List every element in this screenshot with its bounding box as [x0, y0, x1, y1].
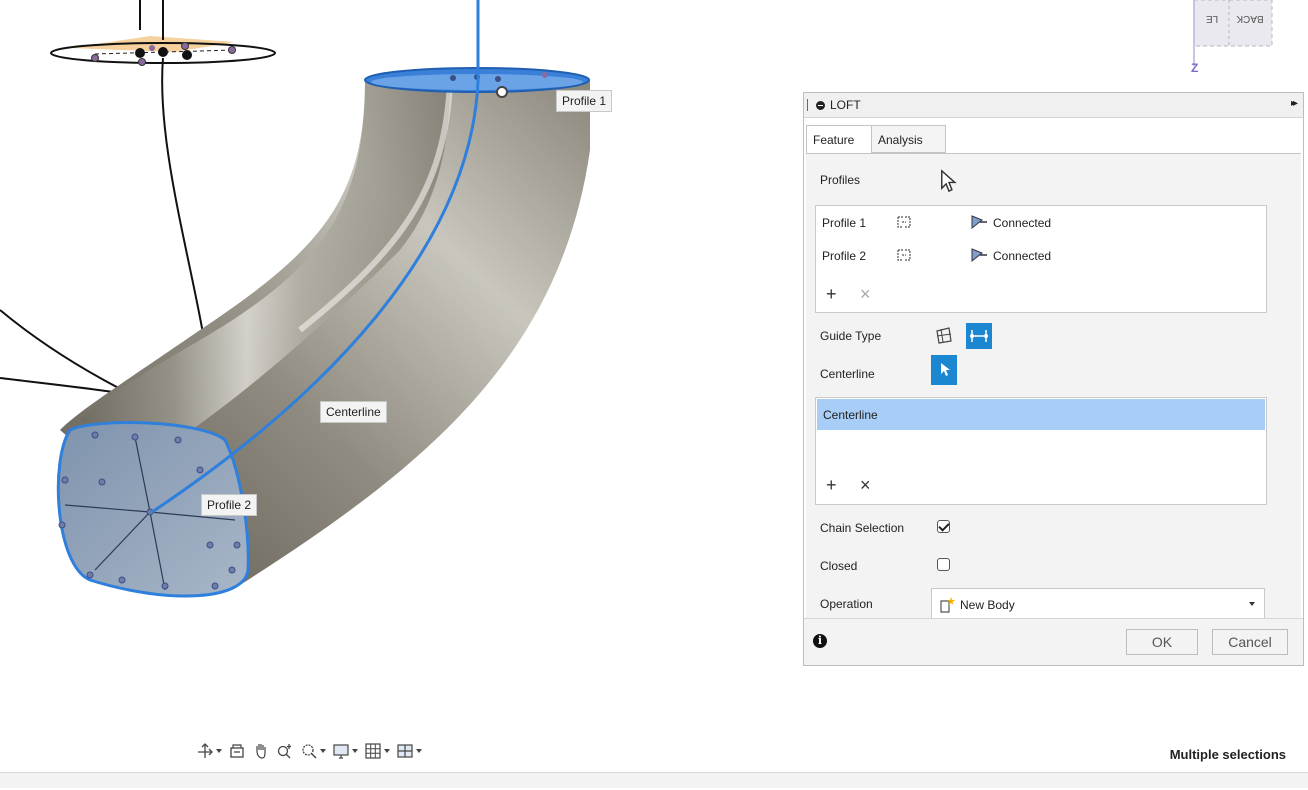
- profile-2-callout-text: Profile 2: [207, 498, 252, 512]
- fit-button[interactable]: [300, 742, 326, 760]
- centerline-select-pointer-icon[interactable]: [931, 355, 957, 385]
- ok-button[interactable]: OK: [1126, 629, 1198, 655]
- loft-body[interactable]: [56, 67, 590, 598]
- expand-panel-icon[interactable]: ▸▸: [1291, 98, 1298, 109]
- profile-status[interactable]: Connected: [993, 216, 1051, 230]
- operation-label: Operation: [820, 597, 873, 611]
- tab-analysis[interactable]: Analysis: [872, 125, 946, 153]
- zoom-button[interactable]: [276, 742, 294, 760]
- tab-feature-label: Feature: [813, 133, 855, 147]
- add-profile-icon[interactable]: +: [826, 285, 837, 303]
- bottom-bar: [0, 772, 1308, 788]
- centerline-list[interactable]: Centerline + ×: [815, 397, 1267, 505]
- select-pointer-icon[interactable]: [936, 168, 962, 194]
- orbit-button[interactable]: [196, 742, 222, 760]
- add-centerline-icon[interactable]: +: [826, 476, 837, 494]
- loft-dialog-header[interactable]: LOFT ▸▸: [804, 93, 1303, 118]
- feature-tab-body: Profiles Profile 1 Connected Profile 2 C…: [806, 153, 1301, 621]
- rails-guide-icon[interactable]: [931, 323, 957, 349]
- loft-dialog-title: LOFT: [830, 98, 861, 112]
- connected-condition-icon[interactable]: [970, 214, 988, 230]
- pan-button[interactable]: [252, 742, 270, 760]
- navigation-toolbar: [196, 740, 428, 762]
- new-body-icon: [940, 597, 955, 613]
- display-settings-icon: [333, 744, 349, 759]
- profile-status[interactable]: Connected: [993, 249, 1051, 263]
- fit-icon: [302, 744, 317, 759]
- grid-button[interactable]: [364, 742, 390, 760]
- operation-value: New Body: [960, 598, 1015, 612]
- closed-label: Closed: [820, 559, 858, 573]
- profile-row[interactable]: Profile 1 Connected: [816, 209, 1266, 235]
- selection-status: Multiple selections: [1169, 747, 1286, 762]
- tab-feature[interactable]: Feature: [806, 125, 872, 153]
- loft-dialog: LOFT ▸▸ Feature Analysis Profiles Profil…: [803, 92, 1304, 666]
- centerline-label: Centerline: [820, 367, 875, 381]
- profile-row[interactable]: Profile 2 Connected: [816, 242, 1266, 268]
- loft-dialog-footer: i OK Cancel: [804, 618, 1303, 665]
- profiles-list[interactable]: Profile 1 Connected Profile 2 Connected …: [815, 205, 1267, 313]
- viewports-button[interactable]: [396, 742, 422, 760]
- centerline-callout: Centerline: [320, 401, 387, 423]
- viewports-icon: [397, 744, 413, 758]
- remove-profile-icon[interactable]: ×: [860, 285, 871, 303]
- remove-centerline-icon[interactable]: ×: [860, 476, 871, 494]
- cancel-button[interactable]: Cancel: [1212, 629, 1288, 655]
- centerline-callout-text: Centerline: [326, 405, 381, 419]
- info-icon[interactable]: i: [813, 634, 827, 648]
- connected-condition-icon[interactable]: [970, 247, 988, 263]
- zoom-icon: [277, 744, 291, 759]
- look-at-icon: [230, 744, 244, 758]
- closed-checkbox[interactable]: [937, 558, 950, 571]
- chevron-down-icon: [1249, 602, 1255, 606]
- centerline-guide-icon[interactable]: [966, 323, 992, 349]
- flip-direction-icon[interactable]: [896, 247, 912, 263]
- viewcube-side-label: LE: [1206, 13, 1219, 24]
- profiles-label: Profiles: [820, 173, 861, 187]
- profile-name: Profile 1: [822, 216, 867, 230]
- pan-icon: [256, 744, 266, 759]
- flip-direction-icon[interactable]: [896, 214, 912, 230]
- operation-select[interactable]: New Body: [931, 588, 1265, 620]
- viewcube-face-label: BACK: [1236, 13, 1264, 24]
- orbit-icon: [198, 743, 213, 758]
- chain-selection-checkbox[interactable]: [937, 520, 950, 533]
- grid-icon: [365, 743, 381, 759]
- loft-feature-icon: [816, 101, 825, 110]
- profile-name: Profile 2: [822, 249, 867, 263]
- display-settings-button[interactable]: [332, 742, 358, 760]
- drag-grip-icon[interactable]: [807, 99, 808, 111]
- tab-analysis-label: Analysis: [878, 133, 923, 147]
- profile-2-callout: Profile 2: [201, 494, 258, 516]
- view-cube[interactable]: BACK LE Z: [1191, 0, 1273, 75]
- chain-selection-label: Chain Selection: [820, 521, 905, 535]
- centerline-list-item[interactable]: Centerline: [817, 399, 1265, 430]
- centerline-item-label: Centerline: [823, 408, 878, 422]
- look-at-button[interactable]: [228, 742, 246, 760]
- profile-1-callout-text: Profile 1: [562, 94, 607, 108]
- profile-1-callout: Profile 1: [556, 90, 613, 112]
- z-axis-label: Z: [1191, 61, 1198, 75]
- guide-type-label: Guide Type: [820, 329, 882, 343]
